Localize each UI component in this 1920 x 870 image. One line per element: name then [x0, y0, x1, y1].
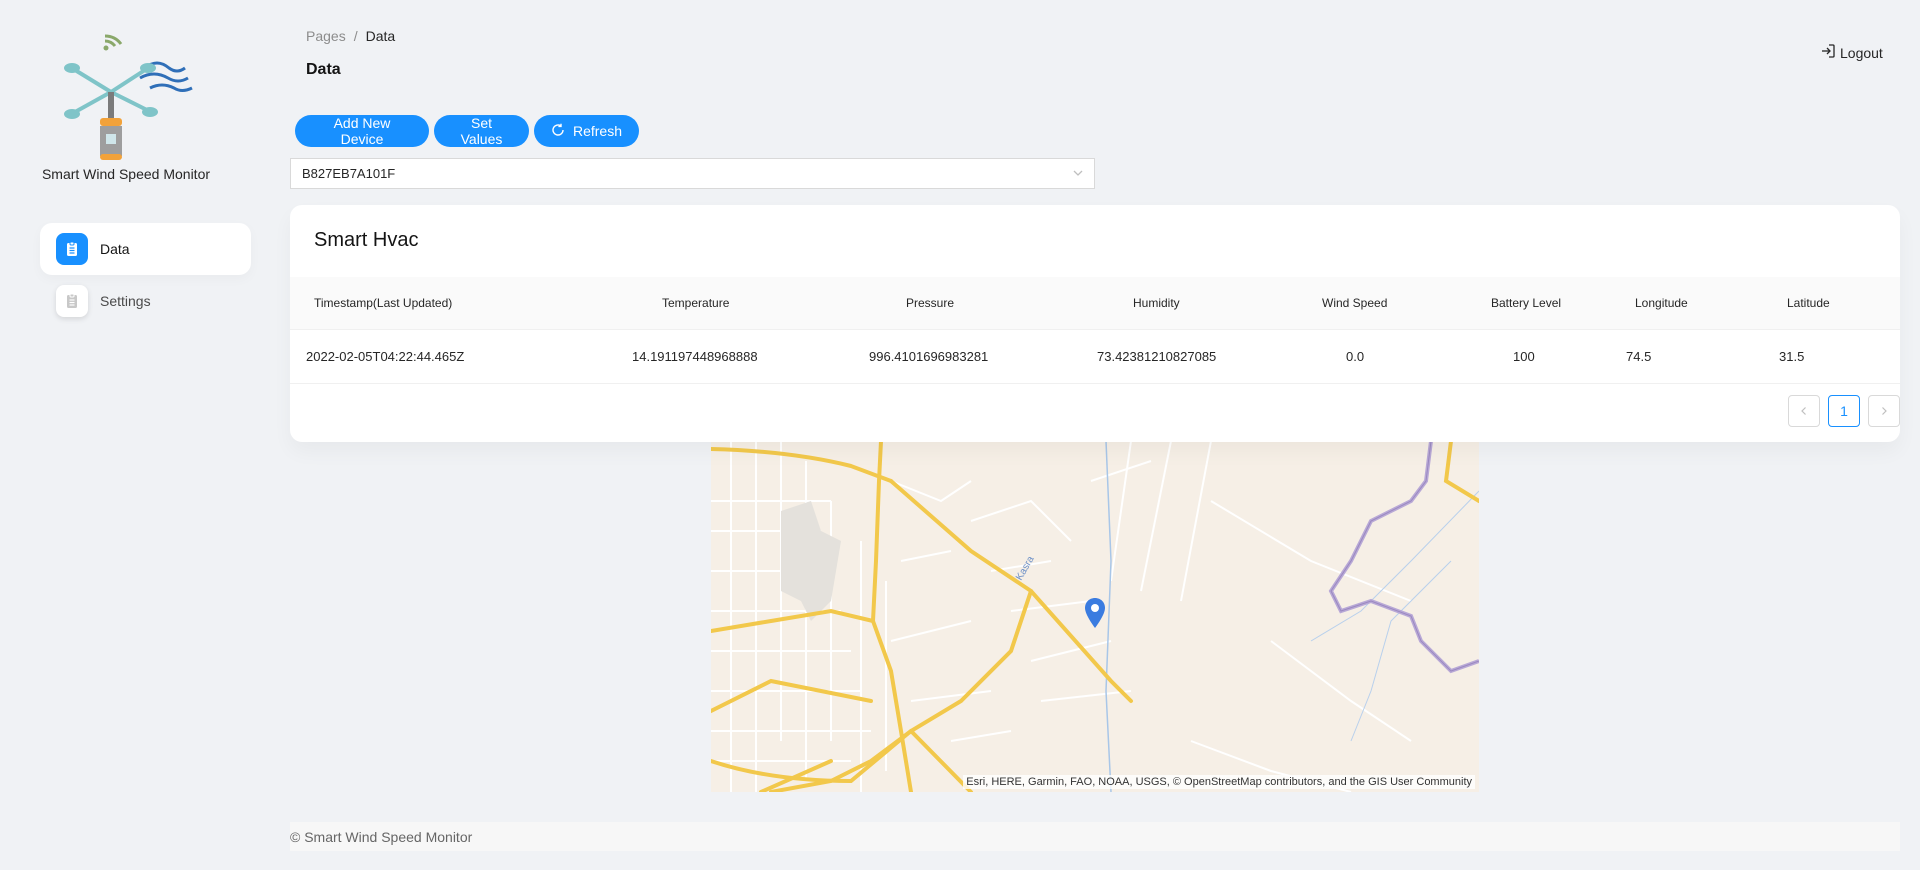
footer: © Smart Wind Speed Monitor: [290, 822, 1900, 851]
sidebar-item-data[interactable]: Data: [40, 223, 251, 275]
table-header: Timestamp(Last Updated) Temperature Pres…: [290, 277, 1900, 330]
breadcrumb-root[interactable]: Pages: [306, 28, 346, 44]
breadcrumb-current: Data: [365, 28, 396, 44]
column-header: Wind Speed: [1322, 296, 1388, 310]
device-select[interactable]: B827EB7A101F: [290, 158, 1095, 189]
table-cell: 14.191197448968888: [632, 349, 758, 364]
column-header: Pressure: [906, 296, 955, 310]
breadcrumb-separator: /: [353, 28, 358, 44]
pagination-next-button[interactable]: [1868, 395, 1900, 427]
column-header: Battery Level: [1491, 296, 1562, 310]
app-logo: [60, 30, 210, 160]
refresh-button[interactable]: Refresh: [534, 115, 639, 147]
column-header: Humidity: [1133, 296, 1180, 310]
table-cell: 100: [1513, 349, 1535, 364]
refresh-label: Refresh: [572, 123, 623, 139]
refresh-icon: [551, 123, 565, 140]
add-new-device-label: Add New Device: [333, 115, 391, 147]
sidebar-item-label: Data: [100, 241, 130, 257]
map-view[interactable]: Kasra Esri, HERE, Garmin, FAO, NOAA, USG…: [711, 441, 1479, 792]
clipboard-icon: [56, 233, 88, 265]
clipboard-icon: [56, 285, 88, 317]
footer-text: © Smart Wind Speed Monitor: [290, 828, 473, 845]
set-values-button[interactable]: Set Values: [434, 115, 529, 147]
logout-button[interactable]: Logout: [1820, 43, 1883, 62]
table-cell: 2022-02-05T04:22:44.465Z: [306, 349, 465, 364]
app-name: Smart Wind Speed Monitor: [41, 166, 211, 182]
login-icon: [1820, 43, 1836, 62]
table-cell: 31.5: [1779, 349, 1805, 364]
column-header: Longitude: [1635, 296, 1688, 310]
breadcrumb: Pages / Data: [306, 28, 395, 44]
map-attribution: Esri, HERE, Garmin, FAO, NOAA, USGS, © O…: [963, 775, 1475, 789]
set-values-label: Set Values: [460, 115, 503, 147]
table-cell: 74.5: [1626, 349, 1652, 364]
chevron-down-icon: [1072, 167, 1084, 182]
sidebar-item-settings[interactable]: Settings: [40, 275, 251, 327]
card-title: Smart Hvac: [314, 229, 419, 251]
table-cell: 996.4101696983281: [869, 349, 989, 364]
chevron-left-icon: [1799, 403, 1809, 419]
add-new-device-button[interactable]: Add New Device: [295, 115, 429, 147]
device-select-value: B827EB7A101F: [302, 166, 396, 181]
page-title: Data: [306, 61, 341, 78]
column-header: Temperature: [662, 296, 730, 310]
table-cell: 0.0: [1346, 349, 1365, 364]
data-card: Smart Hvac Timestamp(Last Updated) Tempe…: [290, 205, 1900, 442]
location-pin-icon[interactable]: [1085, 598, 1105, 633]
sidebar: Smart Wind Speed Monitor Data Settings: [0, 0, 288, 870]
column-header: Timestamp(Last Updated): [314, 296, 453, 310]
logout-label: Logout: [1840, 44, 1883, 61]
chevron-right-icon: [1879, 403, 1889, 419]
sidebar-item-label: Settings: [100, 293, 151, 309]
pagination-page-button[interactable]: 1: [1828, 395, 1860, 427]
column-header: Latitude: [1787, 296, 1830, 310]
pagination-prev-button[interactable]: [1788, 395, 1820, 427]
table-cell: 73.42381210827085: [1097, 349, 1217, 364]
table-row: 2022-02-05T04:22:44.465Z 14.191197448968…: [290, 330, 1900, 384]
